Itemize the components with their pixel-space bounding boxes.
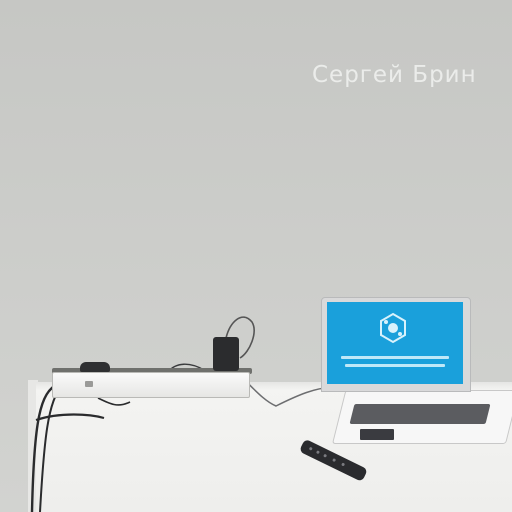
power-strip (52, 372, 250, 398)
screen-text-line (345, 364, 445, 367)
power-strip-switch (85, 381, 93, 387)
plug (80, 362, 110, 372)
laptop-keyboard (349, 404, 491, 424)
laptop-sticker (360, 429, 394, 440)
laptop-screen (327, 302, 463, 384)
photo-scene: Сергей Брин (0, 0, 512, 512)
power-adapter (213, 337, 239, 371)
screen-logo-icon (380, 312, 406, 344)
wall-sign-text: Сергей Брин (312, 62, 477, 88)
screen-text-line (341, 356, 449, 359)
